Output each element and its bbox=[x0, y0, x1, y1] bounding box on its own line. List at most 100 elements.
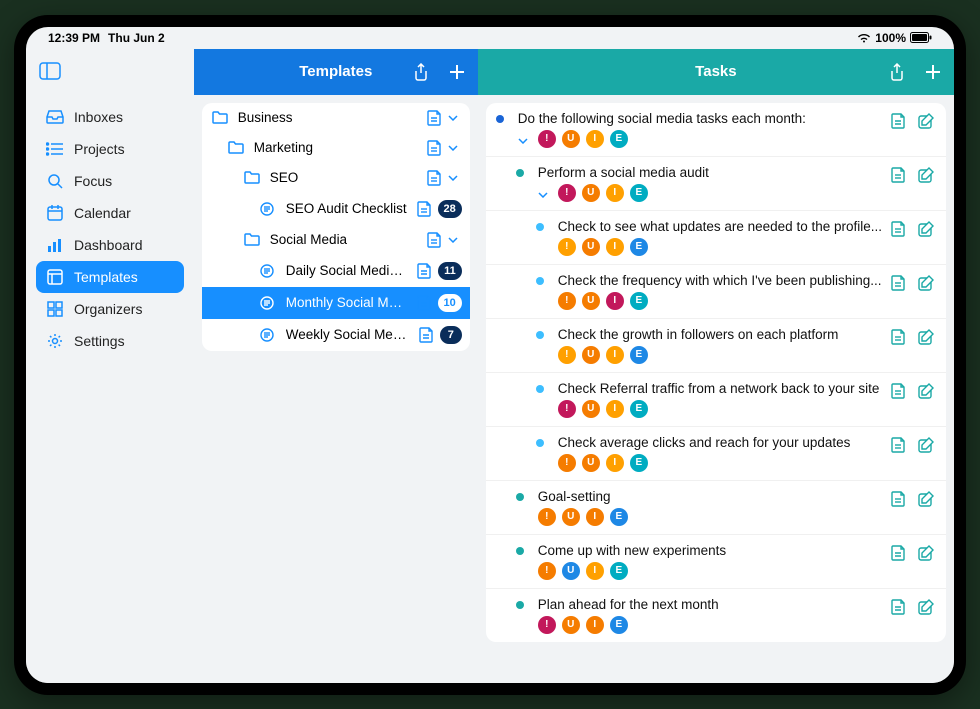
tag-!: ! bbox=[538, 130, 556, 148]
folder-row[interactable]: Marketing bbox=[202, 133, 470, 163]
note-icon[interactable] bbox=[890, 167, 908, 185]
edit-icon[interactable] bbox=[918, 491, 936, 509]
folder-row[interactable]: SEO bbox=[202, 163, 470, 193]
chevron-down-icon[interactable] bbox=[518, 134, 532, 144]
note-icon[interactable] bbox=[426, 232, 442, 248]
chart-icon bbox=[46, 236, 64, 254]
document-icon bbox=[260, 296, 278, 310]
task-row[interactable]: Do the following social media tasks each… bbox=[486, 103, 946, 156]
tag-E: E bbox=[630, 454, 648, 472]
nav-label: Organizers bbox=[74, 301, 142, 317]
note-icon[interactable] bbox=[890, 491, 908, 509]
folder-row[interactable]: Social Media bbox=[202, 225, 470, 255]
note-icon[interactable] bbox=[890, 383, 908, 401]
edit-icon[interactable] bbox=[918, 113, 936, 131]
templates-share-button[interactable] bbox=[410, 61, 432, 83]
template-label: Daily Social Media Ma... bbox=[286, 263, 408, 278]
tag-I: I bbox=[586, 130, 604, 148]
task-row[interactable]: Check the frequency with which I've been… bbox=[486, 264, 946, 318]
tag-!: ! bbox=[538, 508, 556, 526]
nav-item-focus[interactable]: Focus bbox=[36, 165, 184, 197]
edit-icon[interactable] bbox=[918, 383, 936, 401]
templates-add-button[interactable] bbox=[446, 61, 468, 83]
tasks-share-button[interactable] bbox=[886, 61, 908, 83]
tag-U: U bbox=[562, 616, 580, 634]
chevron-down-icon[interactable] bbox=[448, 175, 462, 181]
tag-!: ! bbox=[558, 238, 576, 256]
list-icon bbox=[46, 140, 64, 158]
chevron-down-icon[interactable] bbox=[448, 115, 462, 121]
nav-item-templates[interactable]: Templates bbox=[36, 261, 184, 293]
note-icon[interactable] bbox=[890, 275, 908, 293]
note-icon[interactable] bbox=[890, 329, 908, 347]
task-row[interactable]: Check to see what updates are needed to … bbox=[486, 210, 946, 264]
template-row[interactable]: Weekly Social Media...7 bbox=[202, 319, 470, 351]
tag-E: E bbox=[630, 346, 648, 364]
note-icon[interactable] bbox=[890, 545, 908, 563]
note-icon[interactable] bbox=[890, 599, 908, 617]
task-row[interactable]: Come up with new experiments!UIE bbox=[486, 534, 946, 588]
nav-item-settings[interactable]: Settings bbox=[36, 325, 184, 357]
tag-I: I bbox=[586, 508, 604, 526]
task-row[interactable]: Plan ahead for the next month!UIE bbox=[486, 588, 946, 642]
nav-label: Focus bbox=[74, 173, 112, 189]
count-badge: 7 bbox=[440, 326, 462, 344]
document-icon bbox=[260, 264, 278, 278]
edit-icon[interactable] bbox=[918, 275, 936, 293]
document-icon bbox=[260, 328, 278, 342]
tasks-add-button[interactable] bbox=[922, 61, 944, 83]
edit-icon[interactable] bbox=[918, 437, 936, 455]
chevron-down-icon[interactable] bbox=[448, 237, 462, 243]
tag-U: U bbox=[582, 454, 600, 472]
nav-item-dashboard[interactable]: Dashboard bbox=[36, 229, 184, 261]
edit-icon[interactable] bbox=[918, 167, 936, 185]
task-title: Check Referral traffic from a network ba… bbox=[558, 381, 882, 396]
task-title: Check to see what updates are needed to … bbox=[558, 219, 882, 234]
note-icon[interactable] bbox=[416, 295, 432, 311]
nav-item-inboxes[interactable]: Inboxes bbox=[36, 101, 184, 133]
template-row[interactable]: SEO Audit Checklist28 bbox=[202, 193, 470, 225]
tag-row: !UIE bbox=[558, 454, 648, 472]
task-row[interactable]: Goal-setting!UIE bbox=[486, 480, 946, 534]
task-bullet bbox=[536, 381, 550, 393]
task-title: Check the growth in followers on each pl… bbox=[558, 327, 882, 342]
chevron-down-icon[interactable] bbox=[448, 145, 462, 151]
nav-label: Calendar bbox=[74, 205, 131, 221]
note-icon[interactable] bbox=[416, 263, 432, 279]
note-icon[interactable] bbox=[890, 221, 908, 239]
note-icon[interactable] bbox=[416, 201, 432, 217]
tag-!: ! bbox=[558, 292, 576, 310]
edit-icon[interactable] bbox=[918, 221, 936, 239]
task-bullet bbox=[516, 165, 530, 177]
task-title: Goal-setting bbox=[538, 489, 882, 504]
edit-icon[interactable] bbox=[918, 545, 936, 563]
folder-row[interactable]: Business bbox=[202, 103, 470, 133]
note-icon[interactable] bbox=[426, 170, 442, 186]
edit-icon[interactable] bbox=[918, 599, 936, 617]
note-icon[interactable] bbox=[890, 113, 908, 131]
tag-I: I bbox=[606, 346, 624, 364]
task-row[interactable]: Check average clicks and reach for your … bbox=[486, 426, 946, 480]
template-row[interactable]: Monthly Social Media...10 bbox=[202, 287, 470, 319]
tag-U: U bbox=[582, 184, 600, 202]
task-row[interactable]: Check Referral traffic from a network ba… bbox=[486, 372, 946, 426]
chevron-down-icon[interactable] bbox=[538, 188, 552, 198]
note-icon[interactable] bbox=[418, 327, 434, 343]
nav-item-organizers[interactable]: Organizers bbox=[36, 293, 184, 325]
sidebar-toggle[interactable] bbox=[36, 57, 64, 85]
folder-icon bbox=[212, 111, 230, 124]
folder-label: Social Media bbox=[270, 232, 418, 247]
note-icon[interactable] bbox=[426, 110, 442, 126]
note-icon[interactable] bbox=[426, 140, 442, 156]
nav-item-calendar[interactable]: Calendar bbox=[36, 197, 184, 229]
task-row[interactable]: Check the growth in followers on each pl… bbox=[486, 318, 946, 372]
nav-item-projects[interactable]: Projects bbox=[36, 133, 184, 165]
calendar-icon bbox=[46, 204, 64, 222]
edit-icon[interactable] bbox=[918, 329, 936, 347]
task-row[interactable]: Perform a social media audit!UIE bbox=[486, 156, 946, 210]
status-bar: 12:39 PM Thu Jun 2 100% bbox=[26, 27, 954, 49]
template-row[interactable]: Daily Social Media Ma...11 bbox=[202, 255, 470, 287]
battery-percent: 100% bbox=[875, 31, 906, 45]
grid-icon bbox=[46, 300, 64, 318]
note-icon[interactable] bbox=[890, 437, 908, 455]
